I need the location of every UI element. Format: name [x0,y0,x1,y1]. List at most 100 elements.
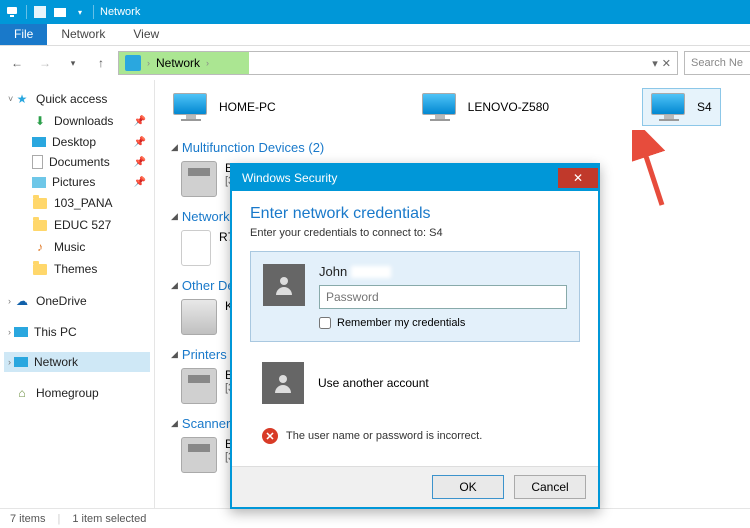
computer-item[interactable]: LENOVO-Z580 [414,88,557,126]
sidebar-quick-access[interactable]: ˅ ★ Quick access [4,88,150,110]
sidebar-item-label: Themes [54,262,97,276]
expand-caret-icon[interactable]: ˅ [8,94,13,104]
error-text: The user name or password is incorrect. [286,430,482,442]
computer-label: HOME-PC [219,100,276,114]
navigation-pane: ˅ ★ Quick access ⬇ Downloads 📌 Desktop 📌 Do… [0,80,155,508]
sidebar-item-music[interactable]: ♪ Music [4,236,150,258]
pin-icon: 📌 [134,116,146,127]
device-item[interactable]: R7 [181,230,234,266]
remember-checkbox[interactable] [319,317,331,329]
computer-item-selected[interactable]: S4 [642,88,721,126]
error-message: ✕ The user name or password is incorrect… [250,424,580,454]
pin-icon: 📌 [134,157,146,168]
collapse-icon[interactable]: ◢ [171,349,178,360]
dialog-heading: Enter network credentials [250,205,580,223]
recent-dropdown-icon[interactable]: ▾ [62,52,84,74]
sidebar-item-downloads[interactable]: ⬇ Downloads 📌 [4,110,150,132]
dialog-title-text: Windows Security [242,171,337,185]
dialog-body: Enter network credentials Enter your cre… [232,191,598,466]
cancel-button[interactable]: Cancel [514,475,586,499]
sidebar-item-label: Music [54,240,85,254]
computer-label: LENOVO-Z580 [468,100,549,114]
pin-icon: 📌 [134,137,146,148]
sidebar-item-folder[interactable]: 103_PANA [4,192,150,214]
sidebar-onedrive[interactable]: ›☁ OneDrive [4,290,150,312]
dialog-button-row: OK Cancel [232,466,598,507]
expand-caret-icon[interactable]: › [8,357,11,367]
window-title: Network [100,6,140,18]
forward-button[interactable]: → [34,52,56,74]
sidebar-item-label: Downloads [54,114,113,128]
sidebar-item-folder[interactable]: EDUC 527 [4,214,150,236]
password-input[interactable] [319,285,567,309]
use-another-account[interactable]: Use another account [250,354,580,412]
printer-icon [181,161,217,197]
sidebar-network[interactable]: › Network [4,352,150,372]
close-icon: ✕ [573,171,583,185]
cloud-icon: ☁ [14,293,30,309]
window-titlebar: ▾ Network [0,0,750,24]
expand-caret-icon[interactable]: › [8,296,11,306]
new-folder-icon[interactable] [53,5,67,19]
computer-icon [173,93,209,121]
sidebar-item-label: Network [34,355,78,369]
back-button[interactable]: ← [6,52,28,74]
dropdown-caret-icon[interactable]: ▾ [73,5,87,19]
breadcrumb-sep-icon: › [206,58,209,68]
sidebar-item-desktop[interactable]: Desktop 📌 [4,132,150,152]
file-icon [181,230,211,266]
dialog-titlebar[interactable]: Windows Security ✕ [232,165,598,191]
error-icon: ✕ [262,428,278,444]
sidebar-item-folder[interactable]: Themes [4,258,150,280]
download-icon: ⬇ [32,113,48,129]
addressbar-dropdown-icon[interactable]: ▾ [652,57,658,70]
computer-icon [422,93,458,121]
sidebar-homegroup[interactable]: ⌂Homegroup [4,382,150,404]
collapse-icon[interactable]: ◢ [171,418,178,429]
statusbar-divider: | [57,513,60,525]
status-items-count: 7 items [10,513,45,525]
printer-icon [181,368,217,404]
section-header[interactable]: ◢ Multifunction Devices (2) [165,136,740,157]
sidebar-this-pc[interactable]: › This PC [4,322,150,342]
server-icon [181,299,217,335]
sidebar-item-label: EDUC 527 [54,218,111,232]
folder-icon [32,195,48,211]
remember-checkbox-row[interactable]: Remember my credentials [319,317,567,329]
address-bar[interactable]: › Network › ▾ ✕ [118,51,678,75]
collapse-icon[interactable]: ◢ [171,280,178,291]
sidebar-item-label: This PC [34,325,77,339]
computer-label: S4 [697,100,712,114]
search-placeholder: Search Ne [691,57,743,69]
addressbar-clear-icon[interactable]: ✕ [662,57,671,70]
tab-network[interactable]: Network [47,24,119,45]
expand-caret-icon[interactable]: › [8,327,11,337]
sidebar-item-label: Desktop [52,135,96,149]
computers-row: HOME-PC LENOVO-Z580 S4 [165,88,740,126]
music-icon: ♪ [32,239,48,255]
sidebar-item-label: 103_PANA [54,196,112,210]
tab-view[interactable]: View [119,24,173,45]
search-input[interactable]: Search Ne [684,51,750,75]
properties-icon[interactable] [33,5,47,19]
credentials-block: John Remember my credentials [250,251,580,342]
sidebar-item-pictures[interactable]: Pictures📌 [4,172,150,192]
network-icon [14,357,28,367]
sidebar-item-label: OneDrive [36,294,87,308]
sidebar-item-documents[interactable]: Documents📌 [4,152,150,172]
file-tab[interactable]: File [0,24,47,45]
ok-button[interactable]: OK [432,475,504,499]
desktop-icon [32,137,46,147]
remember-label: Remember my credentials [337,317,465,329]
collapse-icon[interactable]: ◢ [171,211,178,222]
sidebar-item-label: Pictures [52,175,95,189]
dialog-close-button[interactable]: ✕ [558,168,598,188]
pictures-icon [32,177,46,188]
titlebar-divider [26,5,27,19]
up-button[interactable]: ↑ [90,52,112,74]
collapse-icon[interactable]: ◢ [171,142,178,153]
computer-item[interactable]: HOME-PC [165,88,284,126]
section-title: Multifunction Devices (2) [182,140,324,155]
breadcrumb-network[interactable]: Network [156,56,200,70]
status-bar: 7 items | 1 item selected [0,508,750,528]
